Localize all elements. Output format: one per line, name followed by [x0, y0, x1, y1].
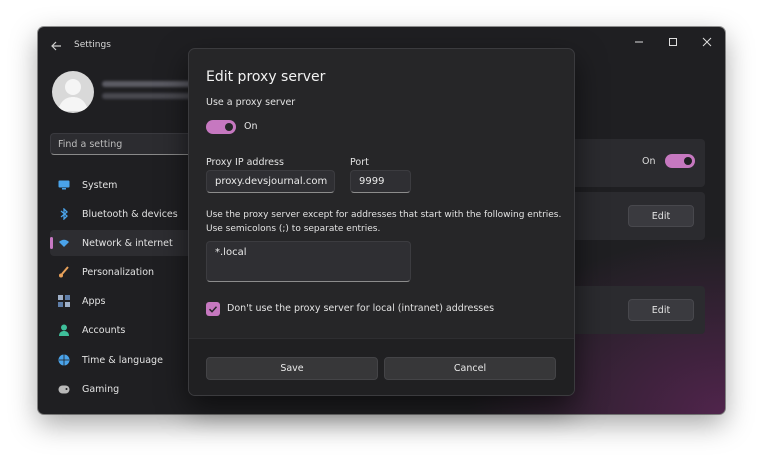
exceptions-help-line2: Use semicolons (;) to separate entries.: [206, 224, 381, 234]
sidebar-item-time-language[interactable]: Time & language: [50, 347, 210, 373]
sidebar-item-label: Accounts: [82, 324, 126, 336]
checkmark-icon: [208, 306, 218, 313]
minimize-icon: [635, 41, 643, 43]
sidebar-item-label: Apps: [82, 295, 106, 307]
background-toggle-state: On: [642, 156, 656, 167]
background-edit-button-2[interactable]: Edit: [628, 299, 694, 321]
sidebar-item-label: Network & internet: [82, 237, 173, 249]
close-button[interactable]: [692, 33, 722, 51]
close-icon: [702, 37, 712, 47]
sidebar-item-label: System: [82, 179, 118, 191]
proxy-ip-input[interactable]: proxy.devsjournal.com: [206, 170, 335, 193]
dialog-title: Edit proxy server: [206, 69, 326, 85]
cancel-button[interactable]: Cancel: [384, 357, 556, 380]
maximize-icon: [669, 38, 677, 46]
port-label: Port: [350, 157, 369, 168]
gamepad-icon: [58, 383, 70, 395]
edit-proxy-dialog: Edit proxy server Use a proxy server On …: [188, 48, 575, 396]
account-name-redacted: [102, 81, 192, 87]
sidebar-item-label: Gaming: [82, 383, 120, 395]
use-proxy-toggle[interactable]: [206, 120, 236, 134]
sidebar-item-network[interactable]: Network & internet: [50, 230, 210, 256]
sidebar-item-bluetooth[interactable]: Bluetooth & devices: [50, 201, 210, 227]
maximize-button[interactable]: [658, 33, 688, 51]
apps-icon: [58, 295, 70, 307]
active-indicator: [50, 237, 53, 249]
local-bypass-label: Don't use the proxy server for local (in…: [227, 303, 495, 314]
background-edit-button-1[interactable]: Edit: [628, 205, 694, 227]
use-proxy-label: Use a proxy server: [206, 97, 296, 108]
sidebar-item-label: Bluetooth & devices: [82, 208, 178, 220]
monitor-icon: [58, 179, 70, 191]
sidebar-item-label: Time & language: [82, 354, 163, 366]
back-arrow-icon[interactable]: [49, 39, 63, 53]
sidebar-item-apps[interactable]: Apps: [50, 288, 210, 314]
person-icon: [58, 79, 88, 111]
minimize-button[interactable]: [624, 33, 654, 51]
sidebar-item-system[interactable]: System: [50, 172, 210, 198]
avatar: [52, 71, 94, 113]
app-title: Settings: [74, 40, 111, 50]
sidebar-item-personalization[interactable]: Personalization: [50, 259, 210, 285]
use-proxy-state: On: [244, 121, 258, 132]
person-icon: [58, 324, 70, 336]
bluetooth-icon: [58, 208, 70, 220]
globe-icon: [58, 354, 70, 366]
save-button[interactable]: Save: [206, 357, 378, 380]
sidebar-item-gaming[interactable]: Gaming: [50, 376, 210, 402]
exceptions-help-line1: Use the proxy server except for addresse…: [206, 210, 562, 220]
dialog-footer: Save Cancel: [189, 338, 574, 395]
exceptions-textarea[interactable]: *.local: [206, 241, 411, 282]
local-bypass-checkbox[interactable]: [206, 302, 220, 316]
proxy-ip-label: Proxy IP address: [206, 157, 284, 168]
sidebar-item-label: Personalization: [82, 266, 155, 278]
port-input[interactable]: 9999: [350, 170, 411, 193]
sidebar-item-accounts[interactable]: Accounts: [50, 317, 210, 343]
brush-icon: [58, 266, 70, 278]
wifi-icon: [58, 237, 70, 249]
background-toggle[interactable]: [665, 154, 695, 168]
